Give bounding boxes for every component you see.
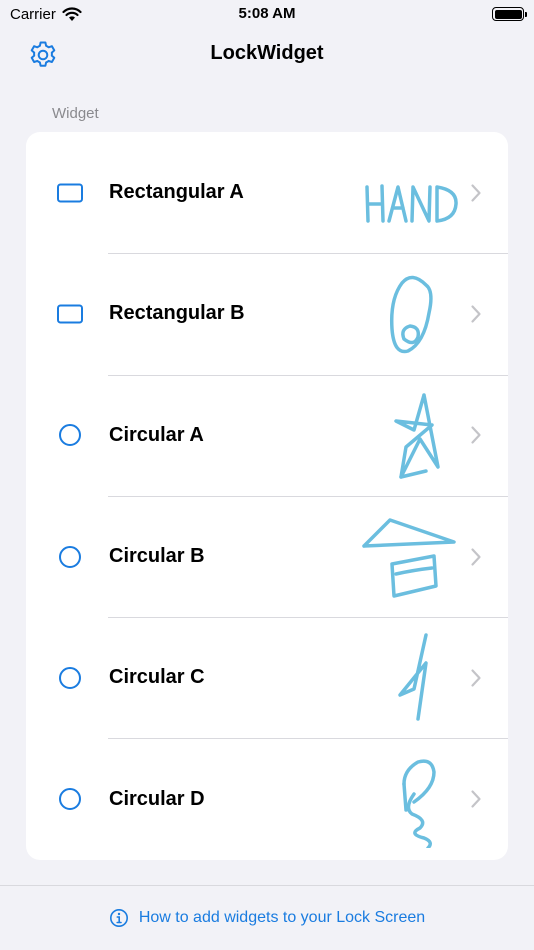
info-icon [109,909,128,927]
nav-bar: LockWidget [0,28,534,82]
chevron-right-icon [471,790,481,808]
widget-row-rectangular-b[interactable]: Rectangular B [26,253,508,374]
handwriting-hand-preview [365,184,458,223]
handwriting-star-preview [394,392,440,479]
widget-label: Circular B [109,545,205,568]
widget-label: Rectangular A [109,181,244,204]
widget-row-circular-a[interactable]: Circular A [26,374,508,496]
widget-row-circular-d[interactable]: Circular D [26,738,508,859]
battery-icon [492,7,527,21]
chevron-right-icon [471,426,481,444]
circle-icon [56,421,84,449]
circle-icon [56,543,84,571]
widget-list: Rectangular A Rectangular B Circular A C… [26,132,508,860]
rectangle-icon [56,179,84,207]
handwriting-squiggle-preview [402,759,436,849]
lock-screen-help-link[interactable]: How to add widgets to your Lock Screen [0,908,534,928]
widget-row-circular-b[interactable]: Circular B [26,495,508,617]
circle-icon [56,664,84,692]
page-title: LockWidget [210,42,324,64]
widget-label: Circular D [109,787,205,810]
chevron-right-icon [471,547,481,566]
section-header: Widget [52,105,99,122]
chevron-right-icon [471,184,481,202]
rectangle-icon [56,300,84,328]
status-time: 5:08 AM [238,5,296,22]
handwriting-house-preview [362,518,456,598]
widget-row-circular-c[interactable]: Circular C [26,617,508,738]
chevron-right-icon [471,669,481,687]
help-link-label: How to add widgets to your Lock Screen [138,909,426,926]
status-bar: Carrier 5:08 AM [0,0,534,28]
widget-row-rectangular-a[interactable]: Rectangular A [26,132,508,253]
footer-divider [0,885,534,886]
chevron-right-icon [471,305,481,323]
handwriting-bolt-preview [398,633,428,721]
widget-label: Circular A [109,423,204,446]
circle-icon [56,785,84,813]
handwriting-loop-preview [389,276,433,354]
widget-label: Rectangular B [109,302,245,325]
widget-label: Circular C [109,666,205,689]
